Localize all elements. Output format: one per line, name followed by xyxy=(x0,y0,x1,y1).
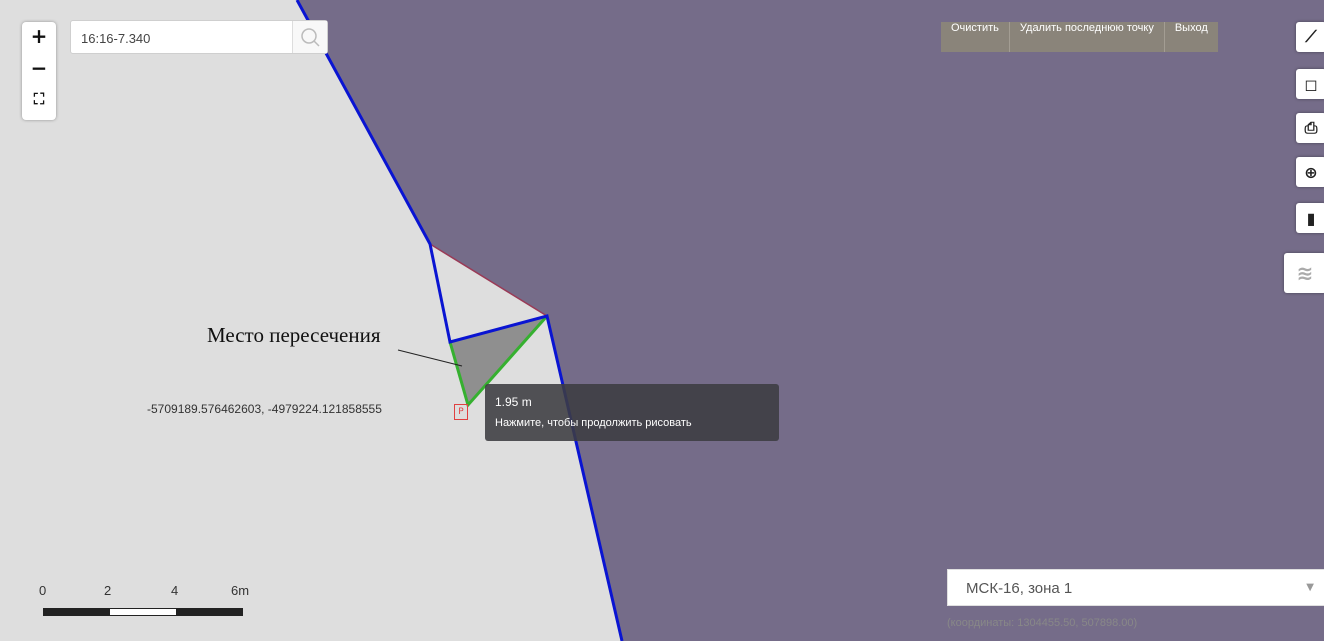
search-input[interactable] xyxy=(79,27,293,49)
draw-toolbar: Очистить Удалить последнюю точку Выход xyxy=(941,22,1218,52)
measure-tooltip: 1.95 m Нажмите, чтобы продолжить рисоват… xyxy=(485,384,779,441)
zoom-control: + − ⛶ xyxy=(22,22,56,120)
search-button[interactable] xyxy=(292,21,327,53)
search-icon xyxy=(301,28,320,47)
scale-label: 2 xyxy=(104,583,112,598)
exit-button[interactable]: Выход xyxy=(1165,22,1218,52)
zoom-out-button[interactable]: − xyxy=(25,56,53,82)
projection-select[interactable]: МСК-16, зона 1 ▼ xyxy=(947,569,1324,606)
scale-segment xyxy=(176,609,242,615)
coordinates-readout: (координаты: 1304455.50, 507898.00) xyxy=(947,617,1138,629)
cursor-marker: P xyxy=(454,404,468,420)
area-icon: ◻ xyxy=(1304,74,1318,94)
map-canvas[interactable]: + − ⛶ Очистить Удалить последнюю точку В… xyxy=(0,0,1324,641)
chevron-down-icon: ▼ xyxy=(1306,582,1314,593)
layers-icon: ≋ xyxy=(1296,261,1314,285)
layers-button[interactable]: ≋ xyxy=(1284,253,1324,293)
area-tool-button[interactable]: ◻ xyxy=(1296,69,1324,99)
projection-value: МСК-16, зона 1 xyxy=(966,580,1073,597)
locate-button[interactable]: ⊕ xyxy=(1296,157,1324,187)
scale-segment xyxy=(110,609,176,615)
zoom-in-button[interactable]: + xyxy=(25,24,53,50)
scale-segment xyxy=(44,609,110,615)
scale-label: 6m xyxy=(231,583,250,598)
print-button[interactable]: ⎙ xyxy=(1296,113,1324,143)
cursor-coordinates: -5709189.576462603, -4979224.121858555 xyxy=(147,402,382,416)
intersection-annotation: Место пересечения xyxy=(207,323,381,347)
scale-label: 0 xyxy=(39,583,47,598)
measure-distance: 1.95 m xyxy=(495,395,532,409)
ruler-icon: ⟋ xyxy=(1305,27,1317,46)
measure-hint: Нажмите, чтобы продолжить рисовать xyxy=(495,417,692,429)
crosshair-icon: ⊕ xyxy=(1304,162,1318,182)
fit-extent-button[interactable]: ⛶ xyxy=(25,90,53,116)
undo-point-button[interactable]: Удалить последнюю точку xyxy=(1010,22,1165,52)
chart-icon: ▮ xyxy=(1306,208,1316,228)
clear-button[interactable]: Очистить xyxy=(941,22,1010,52)
statistics-button[interactable]: ▮ xyxy=(1296,203,1324,233)
search-box xyxy=(70,20,328,54)
map-layer[interactable] xyxy=(0,0,1324,641)
ruler-tool-button[interactable]: ⟋ xyxy=(1296,22,1324,52)
print-icon: ⎙ xyxy=(1304,118,1318,137)
scale-label: 4 xyxy=(171,583,179,598)
scale-bar xyxy=(43,608,243,616)
